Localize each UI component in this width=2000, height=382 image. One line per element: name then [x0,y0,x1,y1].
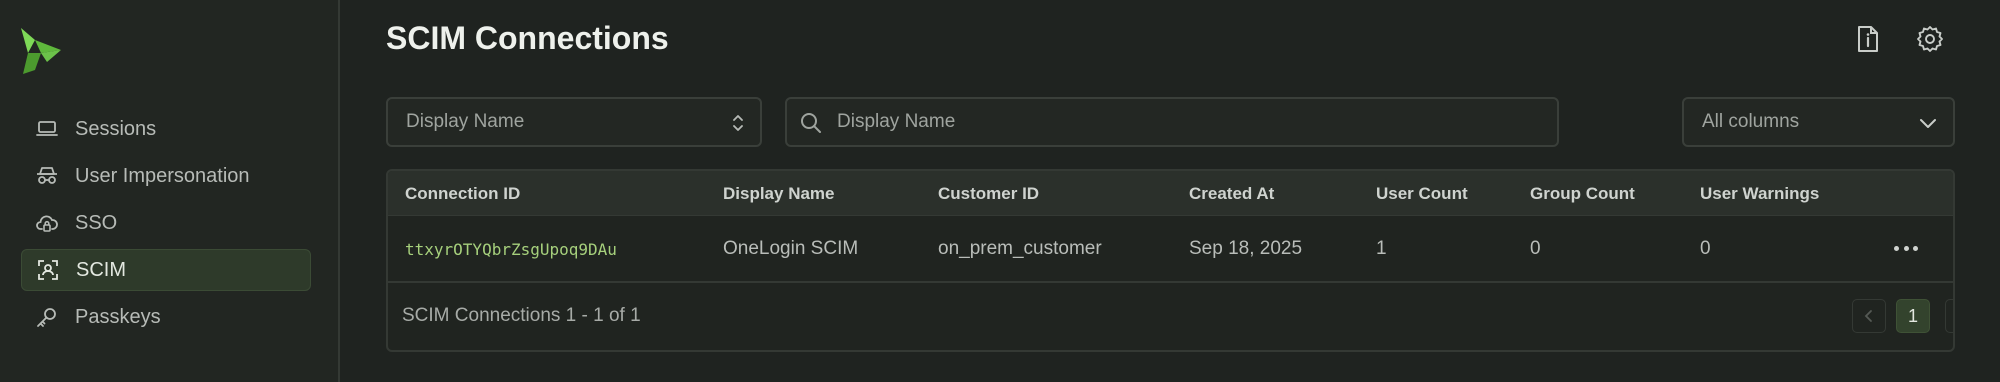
user-scan-icon [36,258,60,282]
connection-id-cell[interactable]: ttxyrOTYQbrZsgUpoq9DAu [405,240,617,259]
column-header[interactable]: User Count [1376,184,1468,204]
cloud-lock-icon [35,211,59,235]
sidebar-item-label: Sessions [75,117,157,140]
customer-id-cell: on_prem_customer [938,238,1102,259]
columns-select[interactable]: All columns [1682,97,1955,147]
column-header[interactable]: Created At [1189,184,1274,204]
table-row[interactable]: ttxyrOTYQbrZsgUpoq9DAu OneLogin SCIM on_… [388,216,1953,283]
column-header[interactable]: Group Count [1530,184,1635,204]
field-select[interactable]: Display Name [386,97,762,147]
search-icon [799,111,823,141]
column-header[interactable]: Connection ID [405,184,520,204]
brand-logo[interactable] [19,26,63,76]
search-input[interactable] [837,111,1537,133]
sidebar: Sessions User Impersonation SSO SCIM Pas… [0,0,340,382]
doc-info-icon[interactable] [1851,22,1885,56]
field-select-value: Display Name [406,111,525,132]
updown-chevron-icon [732,113,744,139]
gear-icon[interactable] [1913,22,1947,56]
sidebar-item-label: User Impersonation [75,164,250,187]
pagination-summary: SCIM Connections 1 - 1 of 1 [402,305,641,326]
main-content: SCIM Connections Display Name All column… [342,0,2000,382]
prev-page-button[interactable] [1852,299,1886,333]
sidebar-item-user-impersonation[interactable]: User Impersonation [21,155,311,197]
sidebar-nav: Sessions User Impersonation SSO SCIM Pas… [21,108,311,343]
page-title: SCIM Connections [386,20,669,56]
laptop-icon [35,117,59,141]
search-field[interactable] [785,97,1559,147]
display-name-cell: OneLogin SCIM [723,238,859,259]
sidebar-item-sessions[interactable]: Sessions [21,108,311,150]
table-header: Connection ID Display Name Customer ID C… [388,171,1953,216]
key-icon [35,305,59,329]
chevron-down-icon [1919,114,1937,136]
table-footer: SCIM Connections 1 - 1 of 1 1 [388,283,1953,350]
sidebar-item-sso[interactable]: SSO [21,202,311,244]
column-header[interactable]: User Warnings [1700,184,1819,204]
columns-select-value: All columns [1702,111,1800,132]
connections-table: Connection ID Display Name Customer ID C… [386,169,1955,352]
sidebar-item-label: SSO [75,211,118,234]
column-header[interactable]: Display Name [723,184,835,204]
more-actions-icon[interactable] [1889,236,1923,260]
sidebar-item-scim[interactable]: SCIM [21,249,311,291]
incognito-icon [35,164,59,188]
created-at-cell: Sep 18, 2025 [1189,238,1303,259]
column-header[interactable]: Customer ID [938,184,1039,204]
page-1-button[interactable]: 1 [1896,299,1930,333]
sidebar-item-passkeys[interactable]: Passkeys [21,296,311,338]
sidebar-item-label: SCIM [76,258,126,281]
group-count-cell: 0 [1530,238,1541,259]
user-count-cell: 1 [1376,238,1387,259]
next-page-button[interactable] [1945,299,1953,333]
chevron-left-icon [1864,310,1872,322]
sidebar-item-label: Passkeys [75,305,161,328]
user-warnings-cell: 0 [1700,238,1711,259]
